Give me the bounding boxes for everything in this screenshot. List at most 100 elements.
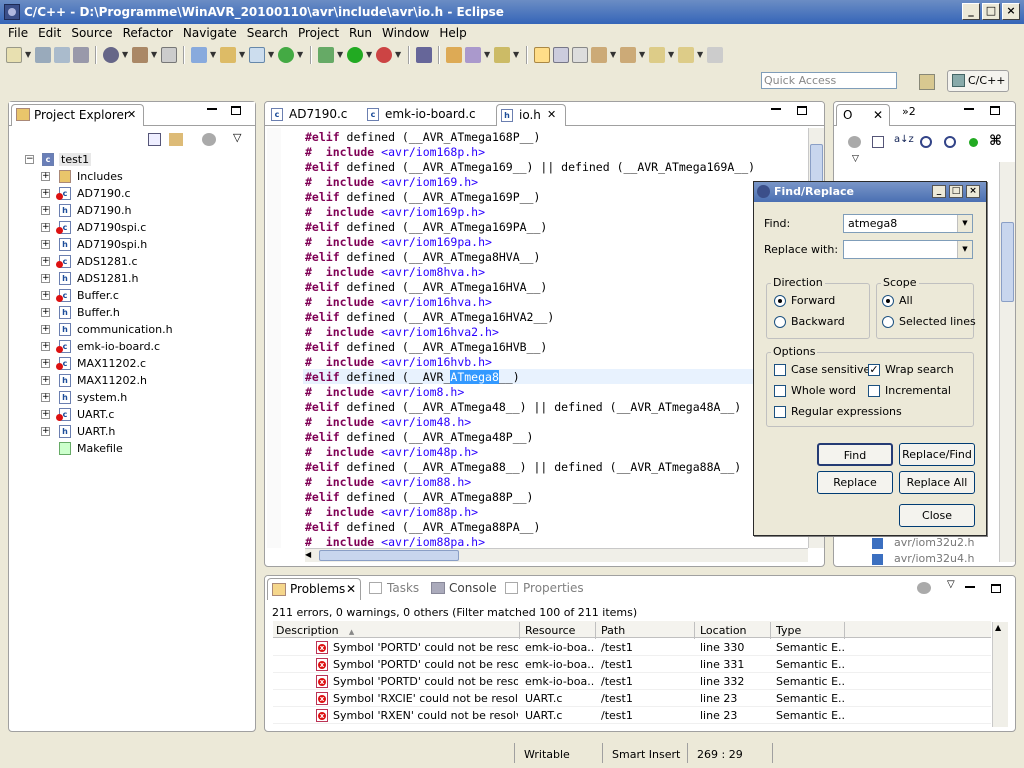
next-annotation-icon[interactable] <box>591 47 607 63</box>
external-tools-icon[interactable] <box>376 47 392 63</box>
tab-io-h[interactable]: h io.h ✕ <box>496 104 566 126</box>
minimize-button[interactable]: _ <box>932 185 946 198</box>
open-type-icon[interactable] <box>446 47 462 63</box>
close-icon[interactable]: ✕ <box>346 579 356 599</box>
minimize-view-icon[interactable] <box>964 108 974 110</box>
chevron-down-icon[interactable]: ▽ <box>947 579 955 590</box>
group-icon[interactable]: ⌘ <box>989 133 1002 149</box>
hammer-icon[interactable] <box>132 47 148 63</box>
tree-item[interactable]: h AD7190.h <box>59 202 131 219</box>
case-sensitive-checkbox[interactable] <box>774 364 786 376</box>
tree-item[interactable]: c emk-io-board.c <box>56 338 160 355</box>
tab-properties[interactable]: Properties <box>501 578 585 600</box>
minimize-view-icon[interactable] <box>207 108 217 110</box>
close-dialog-button[interactable]: Close <box>899 504 975 527</box>
tree-item[interactable]: h UART.h <box>59 423 115 440</box>
tab-console[interactable]: Console <box>427 578 499 600</box>
close-icon[interactable]: ✕ <box>547 105 556 125</box>
backward-label[interactable]: Backward <box>791 315 845 329</box>
sort-icon[interactable]: a↓z <box>894 134 914 145</box>
expand-icon[interactable]: + <box>41 308 50 317</box>
collapse-all-icon[interactable] <box>872 136 884 148</box>
menu-project[interactable]: Project <box>294 26 345 40</box>
dropdown-arrow-icon[interactable]: ▼ <box>395 47 402 63</box>
save-all-icon[interactable] <box>54 47 70 63</box>
maximize-view-icon[interactable] <box>991 584 1001 593</box>
expand-icon[interactable]: + <box>41 342 50 351</box>
close-icon[interactable]: ✕ <box>127 105 136 125</box>
replace-all-button[interactable]: Replace All <box>899 471 975 494</box>
save-icon[interactable] <box>35 47 51 63</box>
dropdown-arrow-icon[interactable]: ▼ <box>484 47 491 63</box>
dropdown-arrow-icon[interactable]: ▼ <box>668 47 675 63</box>
minimize-view-icon[interactable] <box>771 108 781 110</box>
minimize-view-icon[interactable] <box>965 586 975 588</box>
backward-radio[interactable] <box>774 316 786 328</box>
menu-file[interactable]: File <box>4 26 34 40</box>
maximize-view-icon[interactable] <box>990 106 1000 115</box>
tree-item[interactable]: c Buffer.c <box>56 287 119 304</box>
menu-run[interactable]: Run <box>345 26 378 40</box>
tree-item[interactable]: h AD7190spi.h <box>59 236 147 253</box>
dropdown-arrow-icon[interactable]: ▼ <box>151 47 158 63</box>
incremental-checkbox[interactable] <box>868 385 880 397</box>
whole-word-label[interactable]: Whole word <box>791 384 856 398</box>
debug-icon[interactable] <box>318 47 334 63</box>
scroll-thumb[interactable] <box>1001 222 1014 302</box>
scroll-thumb[interactable] <box>319 550 459 561</box>
view-menu-icon[interactable] <box>202 133 216 146</box>
expand-icon[interactable]: + <box>41 240 50 249</box>
tab-outline[interactable]: O ✕ <box>836 104 890 126</box>
menu-navigate[interactable]: Navigate <box>179 26 243 40</box>
find-button[interactable]: Find <box>817 443 893 466</box>
hide-static-icon[interactable] <box>944 136 956 148</box>
column-header-path[interactable]: Path <box>601 622 695 639</box>
run-icon[interactable] <box>347 47 363 63</box>
expand-icon[interactable]: + <box>41 427 50 436</box>
tree-item[interactable]: h communication.h <box>59 321 173 338</box>
view-menu-icon[interactable] <box>848 136 861 148</box>
dropdown-arrow-icon[interactable]: ▼ <box>210 47 217 63</box>
expand-icon[interactable]: + <box>41 410 50 419</box>
menu-search[interactable]: Search <box>243 26 294 40</box>
new-icon[interactable] <box>6 47 22 63</box>
selected-lines-label[interactable]: Selected lines <box>899 315 976 329</box>
menu-source[interactable]: Source <box>67 26 118 40</box>
dropdown-arrow-icon[interactable]: ▼ <box>513 47 520 63</box>
search-icon[interactable] <box>465 47 481 63</box>
gear-icon[interactable] <box>103 47 119 63</box>
editor-horizontal-scrollbar[interactable]: ◀ <box>305 548 808 562</box>
highlight-icon[interactable] <box>534 47 550 63</box>
view-menu-icon[interactable] <box>917 582 931 594</box>
new-source-icon[interactable] <box>249 47 265 63</box>
binary-icon[interactable] <box>161 47 177 63</box>
column-header-description[interactable]: Description ▲ <box>276 622 520 639</box>
expand-icon[interactable]: + <box>41 274 50 283</box>
wrap-search-checkbox[interactable]: ✓ <box>868 364 880 376</box>
menu-window[interactable]: Window <box>378 26 435 40</box>
nav-icon[interactable] <box>707 47 723 63</box>
scroll-left-icon[interactable]: ◀ <box>305 550 311 559</box>
tree-item[interactable]: c AD7190.c <box>56 185 131 202</box>
find-combo[interactable]: atmega8 ▼ <box>843 214 973 233</box>
collapse-icon[interactable]: − <box>25 155 34 164</box>
case-sensitive-label[interactable]: Case sensitive <box>791 363 870 377</box>
regex-label[interactable]: Regular expressions <box>791 405 902 419</box>
dropdown-arrow-icon[interactable]: ▼ <box>697 47 704 63</box>
tab-problems[interactable]: Problems ✕ <box>267 578 361 600</box>
expand-icon[interactable]: + <box>41 257 50 266</box>
toggle-block-icon[interactable] <box>553 47 569 63</box>
tree-item[interactable]: c UART.c <box>56 406 114 423</box>
problems-scrollbar[interactable]: ▲ <box>992 622 1008 727</box>
prev-annotation-icon[interactable] <box>620 47 636 63</box>
expand-icon[interactable]: + <box>41 359 50 368</box>
outline-item[interactable]: avr/iom32u4.h <box>894 552 974 565</box>
column-header-location[interactable]: Location <box>700 622 771 639</box>
dropdown-arrow-icon[interactable]: ▼ <box>122 47 129 63</box>
quick-access-input[interactable]: Quick Access <box>761 72 897 89</box>
expand-icon[interactable]: + <box>41 172 50 181</box>
expand-icon[interactable]: + <box>41 223 50 232</box>
menu-refactor[interactable]: Refactor <box>119 26 179 40</box>
tree-item[interactable]: c ADS1281.c <box>56 253 138 270</box>
incremental-label[interactable]: Incremental <box>885 384 951 398</box>
